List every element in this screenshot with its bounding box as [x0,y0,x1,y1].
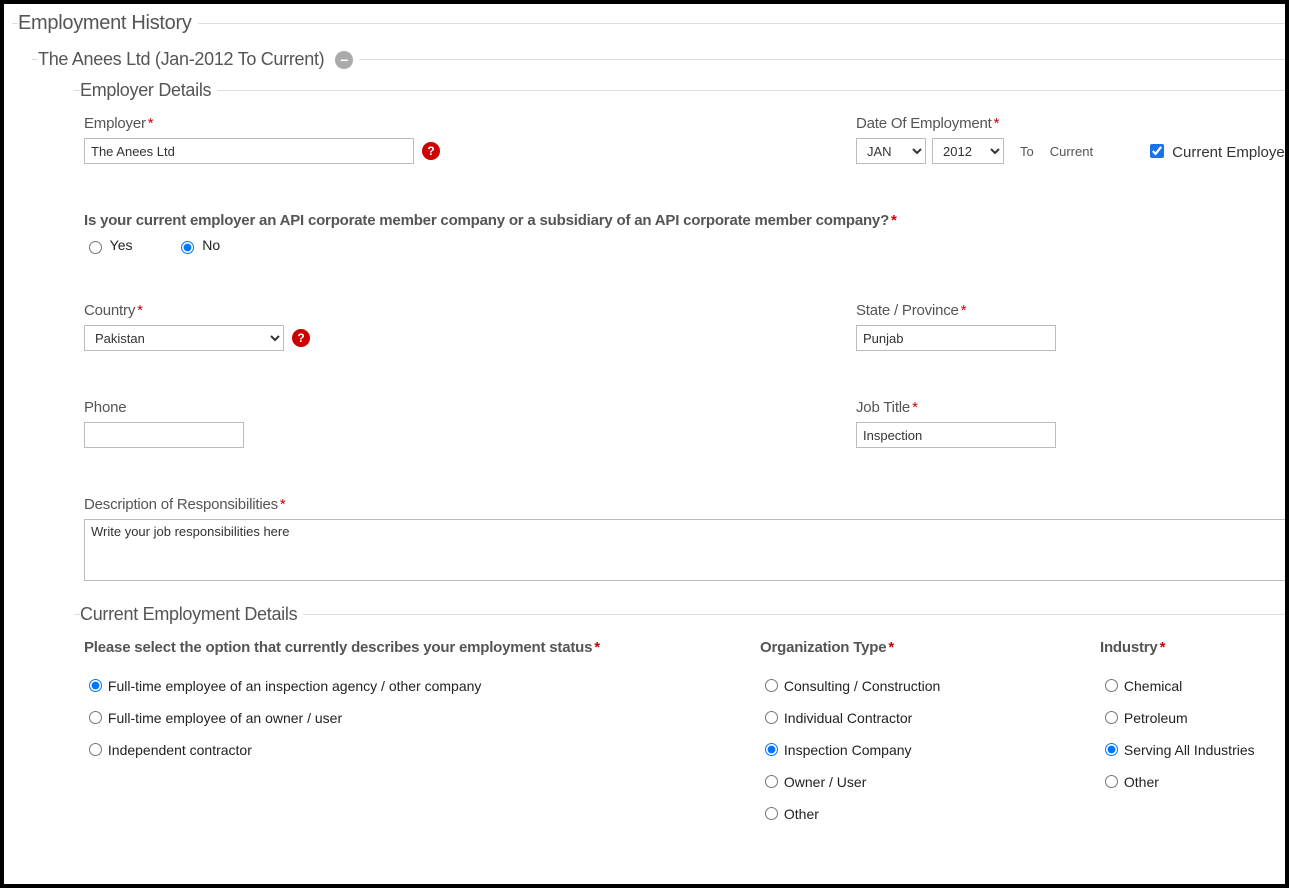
org-type-owner-radio[interactable] [765,775,778,788]
org-type-inspection[interactable]: Inspection Company [760,740,1100,758]
industry-label: Industry* [1100,639,1255,656]
emp-status-fulltime-owner-radio[interactable] [89,711,102,724]
api-member-yes-label[interactable]: Yes [84,237,136,253]
emp-status-independent-radio[interactable] [89,743,102,756]
org-type-owner[interactable]: Owner / User [760,772,1100,790]
org-type-consulting[interactable]: Consulting / Construction [760,676,1100,694]
emp-status-fulltime-inspection-radio[interactable] [89,679,102,692]
employment-entry: The Anees Ltd (Jan-2012 To Current) − Em… [32,49,1289,848]
current-employment-details-section: Current Employment Details Please select… [74,604,1289,840]
emp-status-fulltime-inspection[interactable]: Full-time employee of an inspection agen… [84,676,760,694]
year-select[interactable]: 2012 [932,138,1004,164]
employment-entry-title: The Anees Ltd (Jan-2012 To Current) − [38,49,359,70]
employment-status-label: Please select the option that currently … [84,639,760,656]
responsibilities-label: Description of Responsibilities* [84,496,1289,513]
org-type-consulting-radio[interactable] [765,679,778,692]
country-select[interactable]: Pakistan [84,325,284,351]
help-icon[interactable]: ? [422,142,440,160]
employer-input[interactable] [84,138,414,164]
current-employment-details-title: Current Employment Details [80,604,303,625]
industry-other-radio[interactable] [1105,775,1118,788]
org-type-label: Organization Type* [760,639,1100,656]
employment-history-section: Employment History The Anees Ltd (Jan-20… [12,12,1289,856]
employer-details-section: Employer Details Employer* ? [74,80,1289,588]
country-label: Country* [84,302,856,319]
org-type-individual-radio[interactable] [765,711,778,724]
current-employer-checkbox-label[interactable]: Current Employer [1146,141,1289,161]
collapse-icon[interactable]: − [335,51,353,69]
industry-petroleum[interactable]: Petroleum [1100,708,1255,726]
state-label: State / Province* [856,302,1056,319]
month-select[interactable]: JAN [856,138,926,164]
job-title-label: Job Title* [856,399,1056,416]
org-type-other-radio[interactable] [765,807,778,820]
org-type-inspection-radio[interactable] [765,743,778,756]
industry-chemical-radio[interactable] [1105,679,1118,692]
industry-serving-all-radio[interactable] [1105,743,1118,756]
help-icon[interactable]: ? [292,329,310,347]
industry-petroleum-radio[interactable] [1105,711,1118,724]
industry-serving-all[interactable]: Serving All Industries [1100,740,1255,758]
employer-details-title: Employer Details [80,80,217,101]
state-input[interactable] [856,325,1056,351]
to-value: Current [1050,144,1093,159]
emp-status-fulltime-owner[interactable]: Full-time employee of an owner / user [84,708,760,726]
industry-other[interactable]: Other [1100,772,1255,790]
to-label: To [1020,144,1034,159]
date-of-employment-label: Date Of Employment* [856,115,1146,132]
employment-history-title: Employment History [18,12,198,35]
api-member-question: Is your current employer an API corporat… [84,212,1289,229]
current-employer-checkbox[interactable] [1150,144,1164,158]
org-type-individual[interactable]: Individual Contractor [760,708,1100,726]
responsibilities-textarea[interactable]: Write your job responsibilities here [84,519,1289,581]
api-member-no-radio[interactable] [181,241,194,254]
job-title-input[interactable] [856,422,1056,448]
phone-label: Phone [84,399,856,416]
api-member-no-label[interactable]: No [176,237,220,253]
entry-title-text: The Anees Ltd (Jan-2012 To Current) [38,49,324,69]
industry-chemical[interactable]: Chemical [1100,676,1255,694]
employer-label: Employer* [84,115,856,132]
org-type-other[interactable]: Other [760,804,1100,822]
phone-input[interactable] [84,422,244,448]
emp-status-independent[interactable]: Independent contractor [84,740,760,758]
api-member-yes-radio[interactable] [89,241,102,254]
